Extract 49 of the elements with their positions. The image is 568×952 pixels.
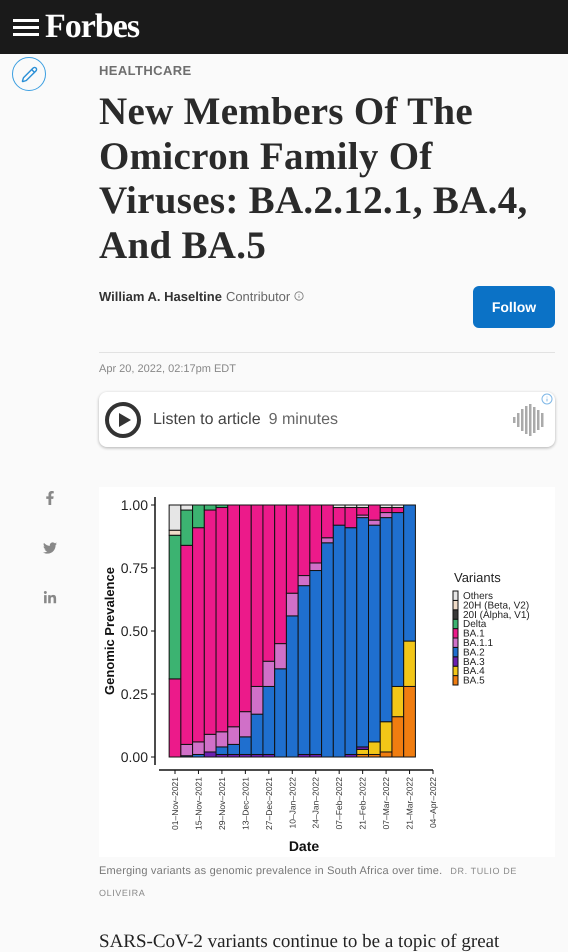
- legend-label: BA.1.1: [463, 638, 494, 649]
- twitter-icon[interactable]: [42, 541, 56, 555]
- menu-icon[interactable]: [13, 17, 39, 37]
- tick-label: 24–Jan–2022: [310, 777, 321, 829]
- author-role: Contributor: [226, 288, 290, 304]
- legend-label: BA.1: [463, 628, 485, 640]
- legend-label: BA.4: [463, 666, 485, 678]
- legend-label: Delta: [463, 619, 486, 630]
- play-icon: [118, 412, 130, 426]
- tick-label: 10–Jan–2022: [287, 777, 298, 829]
- tick-label: 07–Mar–2022: [381, 777, 392, 830]
- duration: 9 minutes: [268, 410, 338, 428]
- tick-label: 29–Nov–2021: [216, 777, 227, 830]
- tick-label: 0.00: [120, 749, 148, 765]
- follow-button[interactable]: Follow: [473, 286, 555, 328]
- tick-label: 01–Nov–2021: [170, 777, 180, 830]
- author-name[interactable]: William A. Haseltine: [99, 288, 222, 304]
- tick-label: 13–Dec–2021: [240, 777, 250, 830]
- listen-label: Listen to article: [153, 410, 261, 428]
- tick-label: 04–Apr–2022: [428, 777, 438, 828]
- tick-label: 21–Feb–2022: [358, 777, 368, 830]
- legend-label: 20I (Alpha, V1): [463, 610, 530, 621]
- axis-title: Genomic Prevalence: [102, 567, 117, 695]
- legend-label: BA.5: [463, 676, 485, 687]
- info-icon[interactable]: [294, 291, 304, 301]
- publish-date: Apr 20, 2022, 02:17pm EDT: [99, 363, 237, 375]
- tick-label: 0.25: [120, 686, 148, 702]
- tick-label: 1.00: [120, 497, 148, 513]
- logo[interactable]: Forbes: [45, 8, 140, 46]
- info-icon[interactable]: [541, 393, 553, 405]
- legend-label: BA.3: [463, 656, 485, 668]
- play-button[interactable]: [105, 402, 141, 438]
- article-title: New Members Of The Omicron Family Of Viruses: BA.2.12.1, BA.4, And BA.5: [99, 90, 529, 268]
- legend-label: Others: [463, 591, 494, 602]
- linkedin-icon[interactable]: [42, 591, 56, 605]
- axis-title: Date: [288, 838, 320, 854]
- tick-label: 0.75: [120, 560, 148, 576]
- tick-label: 07–Feb–2022: [334, 777, 344, 830]
- tick-label: 0.50: [120, 623, 148, 639]
- legend-label: BA.2: [463, 647, 485, 658]
- tick-label: 21–Mar–2022: [404, 777, 415, 830]
- figure-caption: Emerging variants as genomic prevalence in South Africa over time. DR. TULIO DE OLIVEIRA: [99, 864, 518, 900]
- legend-title: Variants: [454, 570, 501, 585]
- tick-label: 15–Nov–2021: [193, 777, 204, 830]
- legend-label: 20H (Beta, V2): [463, 600, 530, 612]
- tick-label: 27–Dec–2021: [264, 777, 274, 830]
- pencil-icon[interactable]: [12, 57, 46, 91]
- section-label[interactable]: HEALTHCARE: [99, 63, 555, 78]
- body-text: SARS-CoV-2 variants continue to be a topic of great: [99, 931, 500, 952]
